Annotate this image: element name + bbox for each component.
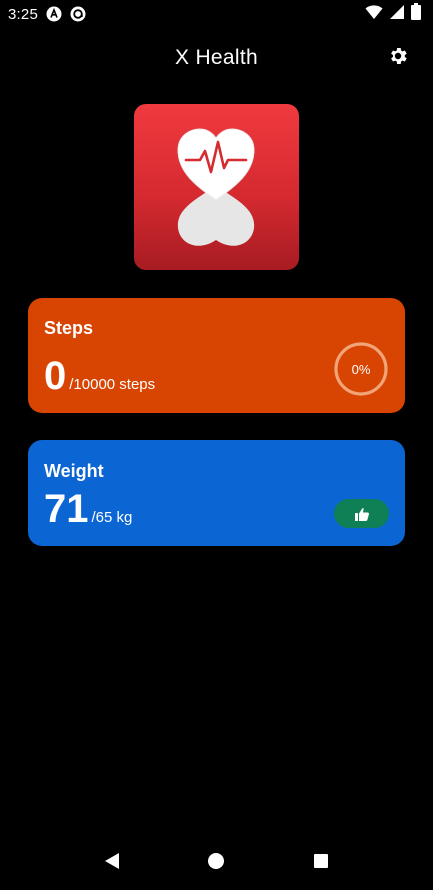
- weight-title: Weight: [44, 461, 104, 481]
- steps-value-row: 0 /10000 steps: [44, 356, 155, 396]
- steps-title: Steps: [44, 318, 94, 338]
- steps-progress-label: 0%: [351, 361, 371, 377]
- notification-a-icon: [46, 6, 62, 22]
- status-right: [365, 3, 421, 25]
- app-logo: [134, 104, 299, 270]
- thumbs-up-icon: [354, 507, 369, 521]
- back-icon: [105, 853, 120, 869]
- home-icon: [208, 853, 225, 869]
- notification-at-icon: [70, 6, 86, 22]
- wifi-icon: [365, 4, 383, 25]
- steps-progress-ring: 0%: [333, 341, 389, 397]
- app-bar: X Health: [0, 38, 433, 78]
- status-left: 3:25: [8, 6, 86, 23]
- home-button[interactable]: [200, 845, 232, 877]
- screen: 3:25 X Health Steps 0 /10000 steps 0% We…: [0, 0, 433, 890]
- steps-card[interactable]: Steps 0 /10000 steps 0%: [28, 298, 405, 413]
- steps-goal: /10000 steps: [69, 376, 156, 393]
- weight-value: 71: [44, 487, 89, 531]
- app-title: X Health: [175, 46, 258, 69]
- recents-button[interactable]: [305, 845, 337, 877]
- weight-value-row: 71 /65 kg: [44, 489, 132, 529]
- nav-bar: [0, 836, 433, 890]
- battery-icon: [411, 3, 421, 25]
- back-button[interactable]: [96, 845, 128, 877]
- weight-card[interactable]: Weight 71 /65 kg: [28, 440, 405, 546]
- weight-status-pill: [334, 499, 389, 528]
- heart-pulse-icon: [177, 128, 255, 246]
- settings-button[interactable]: [385, 45, 411, 71]
- status-time: 3:25: [8, 5, 38, 23]
- weight-goal: /65 kg: [91, 509, 133, 526]
- steps-value: 0: [44, 354, 67, 398]
- status-bar: 3:25: [0, 0, 433, 28]
- recents-icon: [313, 854, 328, 868]
- signal-icon: [389, 4, 405, 25]
- gear-icon: [387, 45, 409, 72]
